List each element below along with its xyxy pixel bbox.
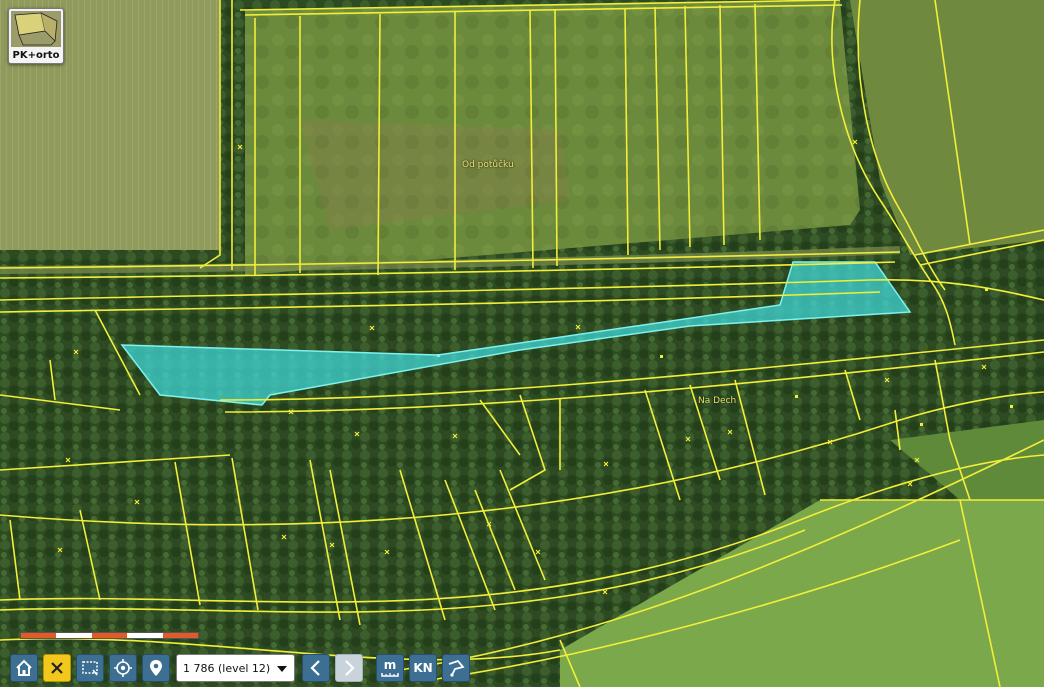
- select-area-button[interactable]: [76, 654, 104, 682]
- draw-polygon-icon: [448, 659, 465, 677]
- layer-switcher-label: PK+orto: [12, 50, 60, 61]
- draw-polygon-button[interactable]: [442, 654, 470, 682]
- chevron-down-icon: [277, 666, 287, 672]
- chevron-right-icon: [345, 660, 355, 676]
- layer-thumbnail-icon: [11, 11, 61, 47]
- map-canvas[interactable]: [0, 0, 1044, 687]
- previous-extent-button[interactable]: [302, 654, 330, 682]
- kn-label: KN: [413, 661, 433, 675]
- chevron-left-icon: [310, 660, 320, 676]
- close-icon: [51, 662, 63, 674]
- scale-bar: [20, 632, 199, 639]
- parcel-label-na-dech: Na Dech: [698, 396, 737, 406]
- scale-select[interactable]: 1 786 (level 12): [176, 654, 295, 682]
- kn-button[interactable]: KN: [409, 654, 437, 682]
- select-area-icon: [82, 661, 98, 676]
- layer-switcher-button[interactable]: PK+orto: [8, 8, 64, 64]
- parcel-label-od-potucku: Od potůčku: [462, 160, 514, 170]
- locate-icon: [114, 659, 132, 677]
- map-marker-button[interactable]: [142, 654, 170, 682]
- measure-button[interactable]: m: [376, 654, 404, 682]
- clear-selection-button[interactable]: [43, 654, 71, 682]
- home-icon: [16, 659, 32, 676]
- map-marker-icon: [150, 660, 162, 676]
- next-extent-button[interactable]: [335, 654, 363, 682]
- measure-label: m: [383, 658, 397, 672]
- home-button[interactable]: [10, 654, 38, 682]
- locate-button[interactable]: [109, 654, 137, 682]
- scale-select-value: 1 786 (level 12): [183, 661, 271, 675]
- map-toolbar: 1 786 (level 12) m KN: [0, 650, 480, 687]
